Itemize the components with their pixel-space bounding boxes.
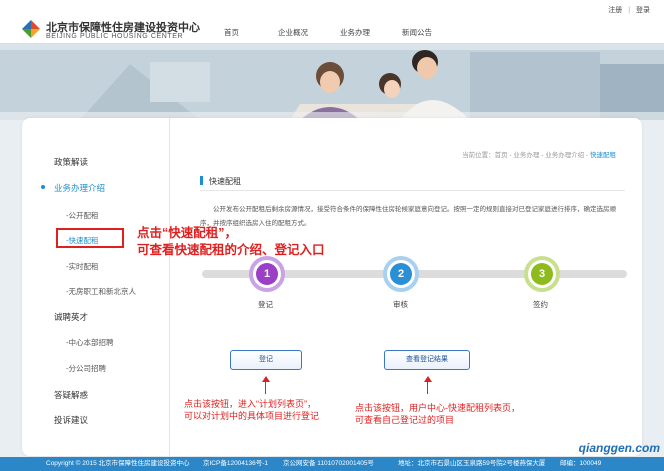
login-link[interactable]: 登录	[636, 7, 650, 14]
top-bar: 北京市保障性住房建设投资中心 BEIJING PUBLIC HOUSING CE…	[0, 0, 664, 44]
step-3-number: 3	[531, 263, 553, 285]
breadcrumb: 当前位置：首页 - 业务办理 - 业务办理介绍 - 快速配租	[462, 149, 616, 159]
footer-copyright: Copyright © 2015 北京市保障性住房建设投资中心	[46, 460, 190, 467]
nav-home[interactable]: 首页	[224, 27, 239, 38]
footer-icp[interactable]: 京ICP备12004136号-1	[203, 457, 268, 471]
active-bullet-icon	[41, 185, 45, 189]
register-button[interactable]: 登记	[230, 350, 302, 370]
link-separator: |	[628, 7, 631, 14]
footer: Copyright © 2015 北京市保障性住房建设投资中心 京ICP备120…	[0, 457, 664, 471]
annotation-left-line1: 点击该按钮，进入“计划列表页”，	[184, 399, 316, 409]
logo-icon[interactable]	[20, 18, 42, 40]
sidebar-item-business[interactable]: 业务办理介绍	[54, 182, 105, 194]
arrow-up-icon	[424, 376, 432, 382]
step-3: 3	[524, 256, 560, 292]
nav-business[interactable]: 业务办理	[340, 27, 370, 38]
banner-image	[0, 44, 664, 120]
nav-about[interactable]: 企业概况	[278, 27, 308, 38]
account-links: 注册 | 登录	[604, 5, 650, 15]
step-2-label: 审核	[393, 300, 408, 309]
view-results-button[interactable]: 查看登记结果	[384, 350, 470, 370]
sidebar-item-faq[interactable]: 答疑解惑	[54, 389, 88, 401]
footer-postcode: 邮编：100049	[560, 460, 602, 467]
sidebar-item-no-house[interactable]: -无房职工和新北京人	[66, 286, 136, 297]
annotation-right-line2: 可查看自己登记过的项目	[355, 415, 455, 425]
step-2-number: 2	[390, 263, 412, 285]
breadcrumb-path[interactable]: 当前位置：首页 - 业务办理 - 业务办理介绍 -	[462, 152, 590, 159]
sidebar-item-complaint[interactable]: 投诉建议	[54, 414, 88, 426]
sidebar-item-realtime-rent[interactable]: -实时配租	[66, 261, 99, 272]
watermark-text: qianggen.com	[578, 441, 660, 455]
arrow-up-icon	[262, 376, 270, 382]
sidebar-item-branch-recruit[interactable]: -分公司招聘	[66, 363, 106, 374]
annotation-highlight-box	[56, 228, 124, 248]
footer-police[interactable]: 京公网安备 11010702001405号	[283, 457, 374, 471]
breadcrumb-current: 快速配租	[590, 152, 616, 159]
register-link[interactable]: 注册	[608, 7, 622, 14]
section-divider	[200, 190, 625, 191]
step-1-number: 1	[256, 263, 278, 285]
footer-address: 地址：北京市石景山区玉泉路59号院2号楼燕保大厦	[398, 460, 546, 467]
brand-subtitle: BEIJING PUBLIC HOUSING CENTER	[46, 33, 184, 40]
sidebar-item-hq-recruit[interactable]: -中心本部招聘	[66, 337, 114, 348]
annotation-left-line2: 可以对计划中的具体项目进行登记	[184, 411, 320, 421]
section-marker	[200, 176, 203, 185]
annotation-main-line2: 可查看快速配租的介绍、登记入口	[137, 243, 325, 257]
step-1: 1	[249, 256, 285, 292]
step-3-label: 签约	[533, 300, 548, 309]
annotation-right-line1: 点击该按钮，用户中心-快速配租列表页，	[355, 403, 520, 413]
sidebar-item-recruit[interactable]: 诚聘英才	[54, 311, 88, 323]
sidebar-item-public-rent[interactable]: -公开配租	[66, 210, 99, 221]
step-1-label: 登记	[258, 300, 273, 309]
arrow-shaft	[427, 381, 428, 394]
arrow-shaft	[265, 381, 266, 394]
description-text: 公开发布公开配租后剩余房源情况，接受符合条件的保障性住房轮候家庭意向登记。按照一…	[200, 206, 616, 227]
step-2: 2	[383, 256, 419, 292]
nav-news[interactable]: 新闻公告	[402, 27, 432, 38]
sidebar-item-policy[interactable]: 政策解读	[54, 156, 88, 168]
section-title: 快速配租	[209, 177, 241, 186]
